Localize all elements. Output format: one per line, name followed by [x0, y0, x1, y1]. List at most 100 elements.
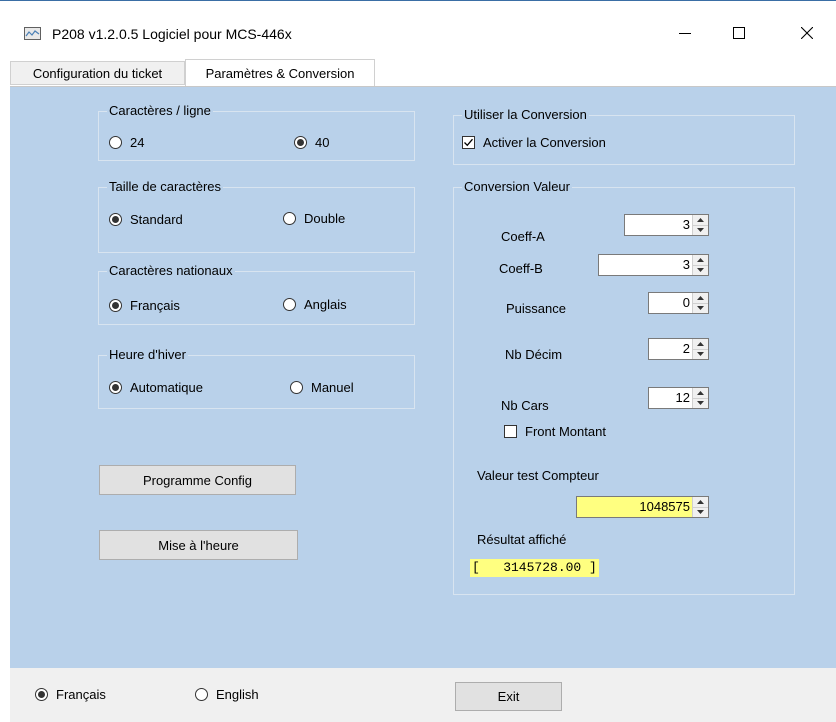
nb-decim-label: Nb Décim: [505, 347, 563, 362]
checkbox-label: Front Montant: [525, 424, 606, 439]
bottom-bar: Français English Exit: [10, 668, 836, 722]
group-chars-per-line: Caractères / ligne 24 40: [98, 103, 415, 161]
checkbox-label: Activer la Conversion: [483, 135, 606, 150]
checkbox-unchecked: [504, 425, 517, 438]
radio-indicator: [109, 136, 122, 149]
group-conversion-value: Conversion Valeur Coeff-A 3 Coeff-B 3 Pu…: [453, 179, 795, 595]
group-label-winter-time: Heure d'hiver: [107, 347, 188, 362]
radio-indicator-selected: [294, 136, 307, 149]
radio-language-francais[interactable]: Français: [35, 687, 106, 702]
tab-parametres-conversion[interactable]: Paramètres & Conversion: [185, 59, 375, 86]
spin-down-icon[interactable]: [693, 348, 708, 359]
coeff-b-value[interactable]: 3: [599, 255, 692, 275]
radio-indicator: [283, 212, 296, 225]
power-label: Puissance: [506, 301, 566, 316]
checkbox-checked: [462, 136, 475, 149]
checkmark-icon: [464, 138, 473, 147]
group-label-chars-per-line: Caractères / ligne: [107, 103, 213, 118]
spin-down-icon[interactable]: [693, 224, 708, 235]
radio-language-english[interactable]: English: [195, 687, 259, 702]
spinner-arrows[interactable]: [692, 255, 708, 275]
radio-anglais[interactable]: Anglais: [283, 297, 347, 312]
nb-decim-value[interactable]: 2: [649, 339, 692, 359]
radio-label: Français: [56, 687, 106, 702]
close-icon: [801, 27, 813, 39]
spinner-arrows[interactable]: [692, 388, 708, 408]
coeff-b-label: Coeff-B: [499, 261, 543, 276]
rising-edge-checkbox[interactable]: Front Montant: [504, 424, 606, 439]
radio-indicator-selected: [109, 299, 122, 312]
maximize-button[interactable]: [716, 11, 762, 55]
radio-label: Anglais: [304, 297, 347, 312]
nb-decim-spinner[interactable]: 2: [648, 338, 709, 360]
radio-label: Automatique: [130, 380, 203, 395]
nb-cars-spinner[interactable]: 12: [648, 387, 709, 409]
nb-cars-value[interactable]: 12: [649, 388, 692, 408]
group-label-use-conversion: Utiliser la Conversion: [462, 107, 589, 122]
coeff-a-label: Coeff-A: [501, 229, 545, 244]
group-label-char-size: Taille de caractères: [107, 179, 223, 194]
spinner-arrows[interactable]: [692, 497, 708, 517]
radio-label: English: [216, 687, 259, 702]
radio-label: 40: [315, 135, 330, 150]
radio-indicator: [283, 298, 296, 311]
spin-down-icon[interactable]: [693, 264, 708, 275]
coeff-b-spinner[interactable]: 3: [598, 254, 709, 276]
group-label-conversion-value: Conversion Valeur: [462, 179, 572, 194]
radio-label: 24: [130, 135, 145, 150]
radio-double[interactable]: Double: [283, 211, 345, 226]
group-use-conversion: Utiliser la Conversion Activer la Conver…: [453, 107, 795, 165]
coeff-a-spinner[interactable]: 3: [624, 214, 709, 236]
radio-francais[interactable]: Français: [109, 298, 180, 313]
radio-indicator-selected: [35, 688, 48, 701]
radio-automatique[interactable]: Automatique: [109, 380, 203, 395]
test-counter-value[interactable]: 1048575: [577, 497, 692, 517]
group-winter-time: Heure d'hiver Automatique Manuel: [98, 347, 415, 409]
spin-up-icon[interactable]: [693, 293, 708, 303]
power-value[interactable]: 0: [649, 293, 692, 313]
radio-label: Manuel: [311, 380, 354, 395]
spinner-arrows[interactable]: [692, 293, 708, 313]
spin-up-icon[interactable]: [693, 388, 708, 398]
radio-manuel[interactable]: Manuel: [290, 380, 354, 395]
spin-up-icon[interactable]: [693, 255, 708, 265]
activate-conversion-checkbox[interactable]: Activer la Conversion: [462, 135, 606, 150]
window-title: P208 v1.2.0.5 Logiciel pour MCS-446x: [52, 26, 292, 42]
window-top-border: [0, 0, 836, 1]
app-icon: [24, 27, 41, 40]
group-char-size: Taille de caractères Standard Double: [98, 179, 415, 253]
program-config-button[interactable]: Programme Config: [99, 465, 296, 495]
radio-label: Double: [304, 211, 346, 226]
spin-down-icon[interactable]: [693, 302, 708, 313]
close-button[interactable]: [784, 11, 830, 55]
spin-down-icon[interactable]: [693, 506, 708, 517]
maximize-icon: [733, 27, 745, 39]
minimize-button[interactable]: [662, 11, 708, 55]
set-time-button[interactable]: Mise à l'heure: [99, 530, 298, 560]
spin-down-icon[interactable]: [693, 397, 708, 408]
spinner-arrows[interactable]: [692, 339, 708, 359]
radio-standard[interactable]: Standard: [109, 212, 183, 227]
tab-panel-parametres: Caractères / ligne 24 40 Taille de carac…: [10, 86, 836, 669]
test-counter-spinner[interactable]: 1048575: [576, 496, 709, 518]
radio-indicator-selected: [109, 381, 122, 394]
spin-up-icon[interactable]: [693, 339, 708, 349]
tab-strip: Configuration du ticket Paramètres & Con…: [10, 59, 836, 87]
radio-indicator: [290, 381, 303, 394]
tab-configuration-ticket[interactable]: Configuration du ticket: [10, 61, 185, 85]
test-counter-label: Valeur test Compteur: [477, 468, 599, 483]
power-spinner[interactable]: 0: [648, 292, 709, 314]
radio-24-chars[interactable]: 24: [109, 135, 144, 150]
radio-indicator-selected: [109, 213, 122, 226]
group-label-national-chars: Caractères nationaux: [107, 263, 235, 278]
nb-cars-label: Nb Cars: [501, 398, 549, 413]
radio-label: Français: [130, 298, 180, 313]
spin-up-icon[interactable]: [693, 497, 708, 507]
group-national-chars: Caractères nationaux Français Anglais: [98, 263, 415, 325]
coeff-a-value[interactable]: 3: [625, 215, 692, 235]
radio-40-chars[interactable]: 40: [294, 135, 329, 150]
window-top-edge: [0, 0, 836, 11]
spin-up-icon[interactable]: [693, 215, 708, 225]
spinner-arrows[interactable]: [692, 215, 708, 235]
exit-button[interactable]: Exit: [455, 682, 562, 711]
